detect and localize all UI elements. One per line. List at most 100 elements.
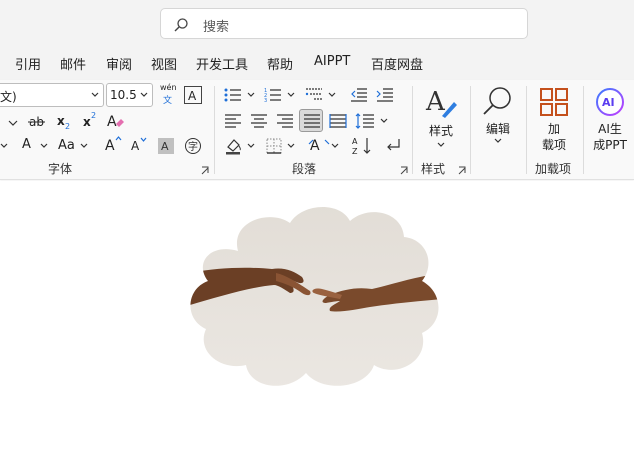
styles-icon: A (425, 87, 457, 118)
chevron-down-icon (91, 92, 99, 97)
chevron-down-icon (140, 92, 148, 97)
chevron-down-icon (494, 138, 502, 143)
svg-text:A: A (107, 114, 117, 130)
dialog-launcher-icon[interactable] (400, 166, 409, 175)
svg-text:A: A (105, 138, 115, 153)
group-separator (470, 86, 471, 174)
title-bar: 搜索 (0, 0, 634, 46)
svg-text:Z: Z (352, 147, 358, 156)
enclose-character-icon[interactable]: 字 (184, 137, 202, 155)
chevron-down-icon[interactable] (8, 119, 18, 127)
change-case-label[interactable]: Aa (58, 138, 75, 153)
align-left-icon[interactable] (224, 113, 242, 129)
svg-text:x: x (57, 114, 65, 128)
ai-generate-ppt-button[interactable]: AI AI生 成PPT (588, 84, 632, 154)
increase-indent-icon[interactable] (376, 87, 394, 103)
tab-references[interactable]: 引用 (15, 54, 41, 73)
group-separator (214, 86, 215, 174)
styles-button[interactable]: A 样式 (420, 84, 462, 154)
character-shading-icon: A (161, 140, 169, 153)
superscript-icon[interactable]: x2 (82, 111, 98, 129)
chevron-down-icon[interactable] (40, 143, 48, 149)
svg-text:字: 字 (188, 140, 198, 153)
phonetic-guide-button[interactable]: wén 文 (158, 83, 180, 107)
chevron-down-icon[interactable] (247, 92, 255, 98)
svg-text:A: A (425, 87, 446, 117)
chevron-down-icon[interactable] (331, 143, 339, 149)
phonetic-bottom: 文 (163, 96, 173, 106)
svg-text:A: A (310, 138, 320, 154)
clear-formatting-icon[interactable]: A (106, 112, 126, 130)
justify-button[interactable] (299, 109, 323, 132)
chevron-down-icon[interactable] (380, 118, 388, 124)
styles-group-label: 样式 (421, 162, 446, 176)
character-shading-button[interactable]: A (158, 138, 174, 154)
search-box[interactable]: 搜索 (160, 8, 528, 39)
tab-baidu-netdisk[interactable]: 百度网盘 (371, 54, 423, 73)
tab-help[interactable]: 帮助 (267, 54, 293, 73)
show-formatting-icon[interactable] (384, 137, 402, 153)
sort-icon[interactable]: AZ (352, 136, 374, 156)
addins-group-label: 加载项 (535, 162, 572, 176)
numbering-icon[interactable]: 123 (264, 87, 282, 103)
tab-view[interactable]: 视图 (151, 54, 177, 73)
chevron-down-icon[interactable] (287, 92, 295, 98)
multilevel-list-icon[interactable] (305, 87, 323, 103)
shading-icon[interactable] (224, 137, 244, 155)
character-border-button[interactable]: A (184, 86, 202, 104)
tab-developer[interactable]: 开发工具 (196, 54, 248, 73)
borders-icon[interactable] (266, 138, 282, 154)
align-right-icon[interactable] (276, 113, 294, 129)
chevron-down-icon[interactable] (328, 92, 336, 98)
svg-text:2: 2 (91, 111, 96, 120)
shrink-font-icon[interactable]: A (130, 136, 148, 154)
font-group-label: 字体 (48, 162, 73, 176)
addins-button[interactable]: 加 载项 (532, 84, 576, 154)
subscript-icon[interactable]: x2 (56, 113, 72, 131)
group-separator (412, 86, 413, 174)
dialog-launcher-icon[interactable] (201, 166, 210, 175)
addins-label-line2: 载项 (541, 138, 566, 152)
font-name-value: 文) (0, 90, 17, 104)
find-icon (483, 87, 511, 115)
chevron-down-icon[interactable] (0, 142, 8, 150)
addins-label-line1: 加 (547, 122, 560, 136)
styles-label: 样式 (429, 124, 454, 138)
chevron-down-icon[interactable] (247, 143, 255, 149)
chevron-down-icon[interactable] (80, 143, 88, 149)
justify-icon (304, 114, 320, 128)
decrease-indent-icon[interactable] (350, 87, 368, 103)
phonetic-top: wén (160, 83, 177, 92)
grow-font-icon[interactable]: A (104, 135, 122, 153)
editing-button[interactable]: 编辑 (477, 84, 519, 150)
distributed-icon[interactable] (329, 113, 347, 129)
ribbon-tabs: 引用 邮件 审阅 视图 开发工具 帮助 AIPPT 百度网盘 (0, 46, 634, 80)
document-canvas[interactable] (0, 181, 634, 457)
tab-review[interactable]: 审阅 (106, 54, 132, 73)
svg-text:A: A (22, 137, 31, 152)
bullets-icon[interactable] (224, 87, 242, 103)
chinese-layout-icon[interactable]: A (308, 136, 330, 154)
font-size-select[interactable]: 10.5 (106, 83, 153, 107)
align-center-icon[interactable] (250, 113, 268, 129)
svg-text:A: A (161, 140, 169, 153)
cloud-image[interactable] (190, 201, 442, 391)
svg-text:A: A (188, 89, 197, 103)
svg-text:x: x (83, 115, 91, 129)
tab-mailings[interactable]: 邮件 (60, 54, 86, 73)
ribbon: 文) 10.5 wén 文 A ab x2 x2 A A Aa A A A 字 … (0, 80, 634, 180)
tab-aippt[interactable]: AIPPT (314, 54, 350, 69)
dialog-launcher-icon[interactable] (458, 166, 467, 175)
paragraph-group-label: 段落 (292, 162, 317, 176)
addins-icon (540, 88, 568, 116)
chevron-down-icon[interactable] (287, 143, 295, 149)
line-spacing-icon[interactable] (355, 112, 375, 130)
strikethrough-icon[interactable]: ab (28, 114, 46, 130)
font-name-select[interactable]: 文) (0, 83, 104, 107)
font-color-icon[interactable]: A (20, 136, 36, 152)
svg-text:A: A (131, 139, 140, 153)
character-border-icon: A (188, 89, 197, 103)
aippt-badge: AI (602, 96, 615, 109)
search-icon (174, 18, 188, 32)
editing-label: 编辑 (485, 122, 510, 136)
